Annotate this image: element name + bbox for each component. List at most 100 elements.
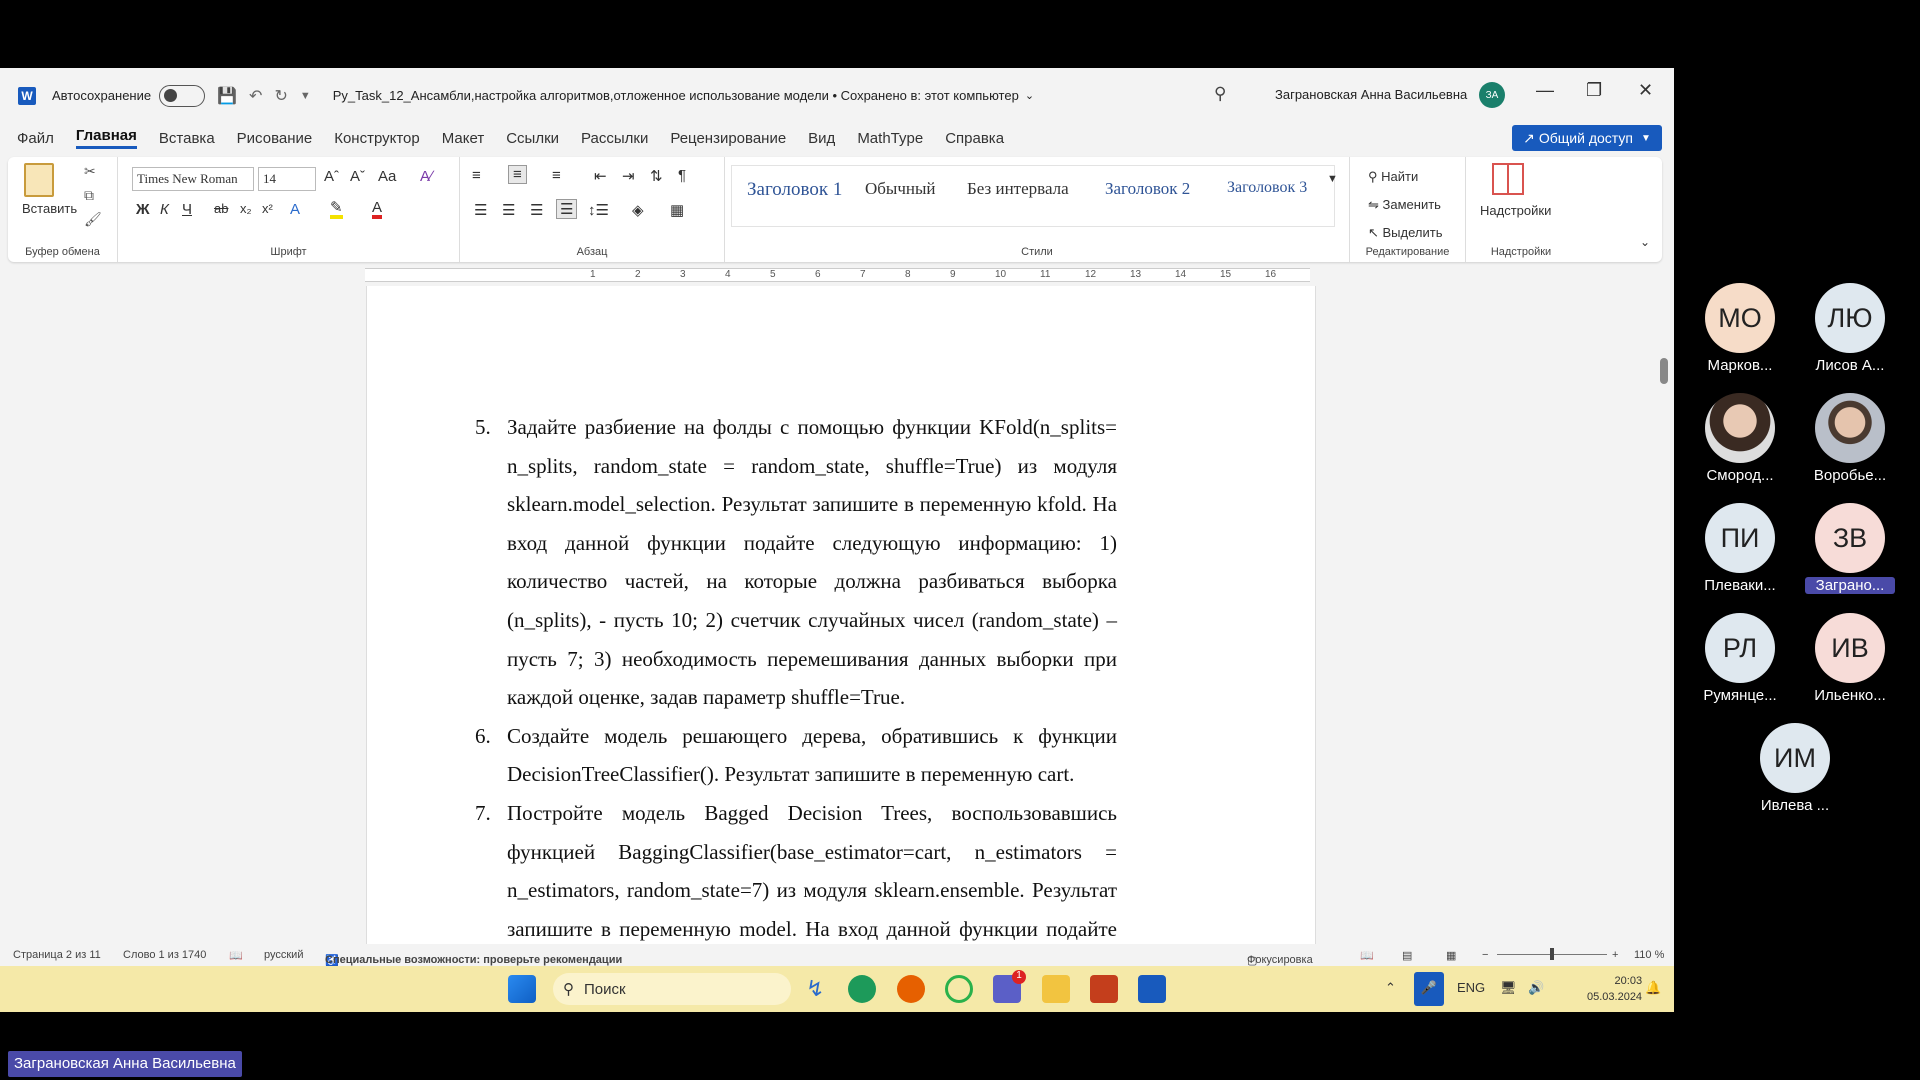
minimize-icon[interactable]: — [1536,80,1554,101]
zoom-out-icon[interactable]: − [1482,949,1488,961]
addins-button[interactable]: Надстройки [1480,203,1551,218]
numbering-icon[interactable]: ≡ [508,165,527,184]
paste-button[interactable]: Вставить [22,201,77,216]
participant-tile[interactable]: РЛ Румянце... [1695,613,1785,704]
subscript-icon[interactable]: x₂ [240,201,252,216]
input-language[interactable]: ENG [1457,980,1485,995]
tab-mailings[interactable]: Рассылки [581,130,648,147]
document-page[interactable]: 5. Задайте разбиение на фолды с помощью … [366,286,1316,944]
ruler-track[interactable]: 1 2 3 4 5 6 7 8 9 10 11 12 13 14 15 16 [365,268,1310,282]
word-taskbar-icon[interactable] [1138,975,1166,1003]
bullets-icon[interactable]: ≡ [472,167,481,184]
show-marks-icon[interactable]: ¶ [678,167,686,184]
microphone-icon[interactable]: 🎤 [1414,972,1444,1006]
justify-icon[interactable]: ☰ [556,199,578,219]
list-item[interactable]: 5. Задайте разбиение на фолды с помощью … [475,408,1117,717]
participant-tile[interactable]: МО Марков... [1695,283,1785,374]
bold-icon[interactable]: Ж [136,201,150,218]
highlight-icon[interactable]: ✎ [330,200,343,219]
proofing-icon[interactable]: 📖 [229,949,243,962]
tab-view[interactable]: Вид [808,130,835,147]
increase-indent-icon[interactable]: ⇥ [622,167,635,185]
paste-icon[interactable] [24,163,54,197]
participant-tile[interactable]: ИВ Ильенко... [1805,613,1895,704]
align-left-icon[interactable]: ☰ [474,201,487,219]
line-spacing-icon[interactable]: ↕☰ [588,201,609,219]
undo-icon[interactable]: ↶ [249,86,262,106]
tab-help[interactable]: Справка [945,130,1004,147]
close-icon[interactable]: ✕ [1638,80,1653,101]
copy-icon[interactable]: ⧉ [84,187,94,204]
pycharm-icon[interactable]: ↯ [806,976,824,1002]
autosave-toggle[interactable] [159,84,206,107]
align-center-icon[interactable]: ☰ [502,201,515,219]
font-color-icon[interactable]: A [372,200,383,219]
document-title[interactable]: Py_Task_12_Ансамбли,настройка алгоритмов… [333,88,1019,103]
find-button[interactable]: ⚲ Найти [1368,169,1418,185]
italic-icon[interactable]: К [160,201,169,218]
print-layout-icon[interactable]: ▤ [1402,949,1412,962]
user-avatar[interactable]: ЗА [1479,82,1505,108]
start-icon[interactable] [508,975,536,1003]
restore-icon[interactable]: ❐ [1586,80,1602,101]
participant-tile[interactable]: Воробье... [1805,393,1895,484]
select-button[interactable]: ↖ Выделить [1368,225,1443,241]
styles-more-icon[interactable]: ▼ [1327,173,1338,185]
ruler[interactable]: 1 2 3 4 5 6 7 8 9 10 11 12 13 14 15 16 [0,266,1674,284]
chevron-down-icon[interactable]: ⌄ [1025,89,1034,102]
tab-insert[interactable]: Вставка [159,130,215,147]
clear-formatting-icon[interactable]: A∕ [420,168,433,185]
decrease-indent-icon[interactable]: ⇤ [594,167,607,185]
style-heading-2[interactable]: Заголовок 2 [1105,179,1190,199]
file-explorer-icon[interactable] [1042,975,1070,1003]
tab-file[interactable]: Файл [17,130,54,147]
taskbar-search[interactable]: ⚲ Поиск [553,973,791,1005]
text-effects-icon[interactable]: A [290,201,300,218]
web-layout-icon[interactable]: ▦ [1446,949,1456,962]
align-right-icon[interactable]: ☰ [530,201,543,219]
language-indicator[interactable]: русский [264,949,303,961]
document-area[interactable]: 5. Задайте разбиение на фолды с помощью … [0,286,1674,944]
participant-tile[interactable]: Смород... [1695,393,1785,484]
cut-icon[interactable]: ✂ [84,163,96,180]
notifications-icon[interactable]: 🔔 [1645,980,1661,996]
collapse-ribbon-icon[interactable]: ⌄ [1640,235,1650,249]
edge-icon[interactable] [848,975,876,1003]
read-mode-icon[interactable]: 📖 [1360,949,1374,962]
word-count[interactable]: Слово 1 из 1740 [123,949,206,961]
participant-tile[interactable]: ЗВ Заграно... [1805,503,1895,594]
font-name-select[interactable]: Times New Roman [132,167,254,191]
page-count[interactable]: Страница 2 из 11 [13,949,101,961]
redo-icon[interactable]: ↻ [274,86,287,106]
tab-home[interactable]: Главная [75,127,137,149]
tray-overflow-icon[interactable]: ⌃ [1385,980,1396,996]
addins-icon[interactable] [1492,163,1524,195]
shrink-font-icon[interactable]: Aˇ [350,168,365,185]
network-icon[interactable]: 🖥 [1500,980,1517,996]
list-item[interactable]: 7. Постройте модель Bagged Decision Tree… [475,794,1117,944]
tab-references[interactable]: Ссылки [506,130,559,147]
underline-icon[interactable]: Ч [182,201,192,218]
style-no-spacing[interactable]: Без интервала [967,179,1069,199]
clock[interactable]: 20:03 05.03.2024 [1587,973,1642,1005]
vertical-scrollbar[interactable] [1657,290,1671,940]
user-name[interactable]: Заграновская Анна Васильевна [1275,87,1467,102]
format-painter-icon[interactable]: 🖌 [84,211,102,228]
sort-icon[interactable]: ⇅ [650,167,663,185]
volume-icon[interactable]: 🔊 [1528,980,1544,996]
superscript-icon[interactable]: x² [262,201,273,216]
multilevel-list-icon[interactable]: ≡ [552,167,561,184]
style-heading-3[interactable]: Заголовок 3 [1227,179,1307,197]
tab-draw[interactable]: Рисование [237,130,313,147]
firefox-icon[interactable] [897,975,925,1003]
font-size-select[interactable]: 14 [258,167,316,191]
zoom-level[interactable]: 110 % [1634,949,1664,961]
zoom-in-icon[interactable]: + [1612,949,1618,961]
list-item[interactable]: 6. Создайте модель решающего дерева, обр… [475,717,1117,794]
style-heading-1[interactable]: Заголовок 1 [747,179,842,201]
tab-review[interactable]: Рецензирование [670,130,786,147]
style-normal[interactable]: Обычный [865,179,936,199]
change-case-icon[interactable]: Aa [378,168,396,185]
share-button[interactable]: ↗ Общий доступ ▼ [1512,125,1662,151]
tab-mathtype[interactable]: MathType [857,130,923,147]
